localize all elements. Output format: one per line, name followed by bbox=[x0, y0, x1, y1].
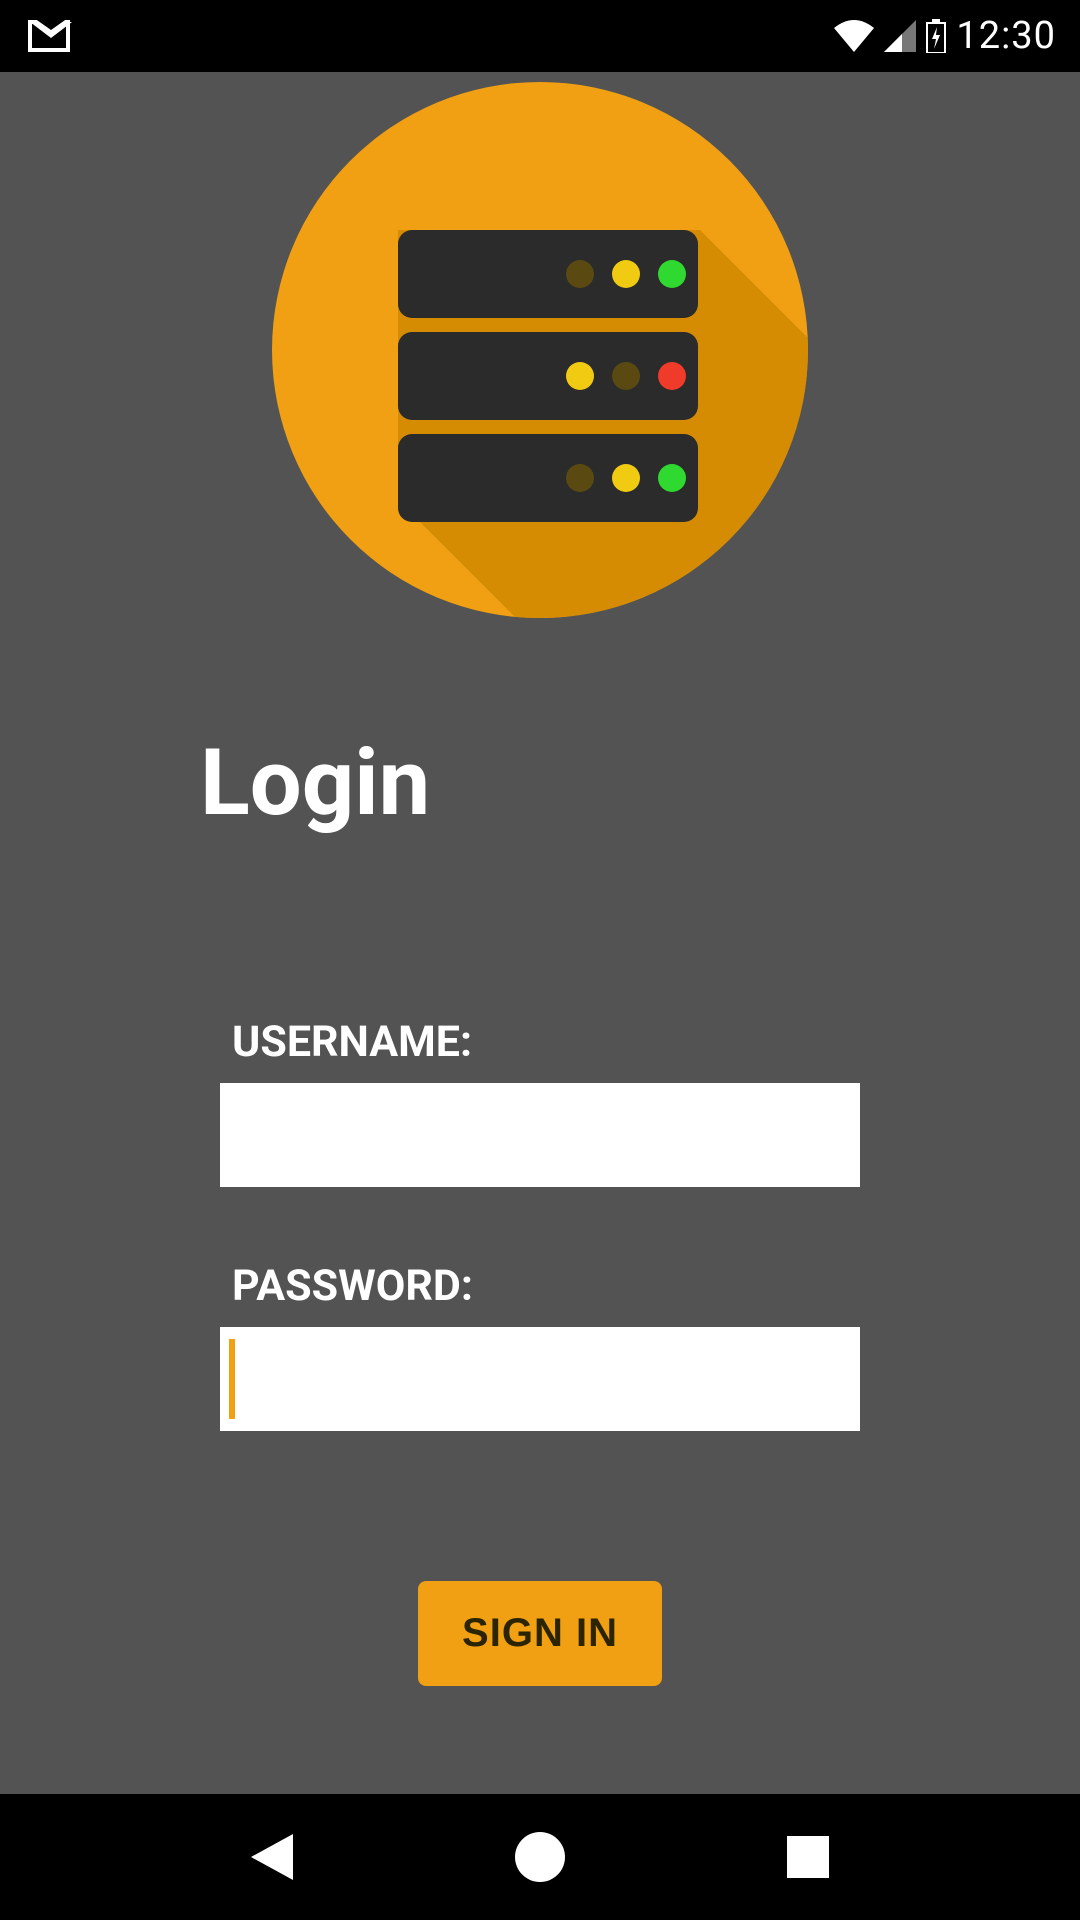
nav-bar bbox=[0, 1794, 1080, 1920]
username-block: USERNAME: bbox=[220, 1017, 860, 1187]
wifi-icon bbox=[834, 20, 874, 52]
password-label: PASSWORD: bbox=[232, 1261, 860, 1311]
server-icon bbox=[270, 80, 810, 620]
mail-icon bbox=[28, 20, 70, 52]
cell-signal-icon bbox=[884, 20, 916, 52]
home-button[interactable] bbox=[515, 1832, 565, 1882]
back-button[interactable] bbox=[251, 1834, 293, 1880]
status-left bbox=[28, 20, 70, 52]
clock-text: 12:30 bbox=[956, 14, 1056, 58]
password-block: PASSWORD: bbox=[220, 1261, 860, 1431]
status-bar: 12:30 bbox=[0, 0, 1080, 72]
login-form: USERNAME: PASSWORD: SIGN IN bbox=[220, 1017, 860, 1686]
logo bbox=[270, 80, 810, 620]
battery-charging-icon bbox=[926, 19, 946, 53]
text-caret bbox=[229, 1339, 235, 1419]
recent-apps-button[interactable] bbox=[787, 1836, 829, 1878]
app-viewport: Login USERNAME: PASSWORD: SIGN IN bbox=[0, 72, 1080, 1794]
username-field[interactable] bbox=[220, 1083, 860, 1187]
signin-wrap: SIGN IN bbox=[220, 1581, 860, 1686]
password-field[interactable] bbox=[220, 1327, 860, 1431]
username-label: USERNAME: bbox=[232, 1017, 860, 1067]
status-right: 12:30 bbox=[834, 14, 1056, 58]
page-title: Login bbox=[200, 730, 430, 837]
signin-button[interactable]: SIGN IN bbox=[418, 1581, 662, 1686]
